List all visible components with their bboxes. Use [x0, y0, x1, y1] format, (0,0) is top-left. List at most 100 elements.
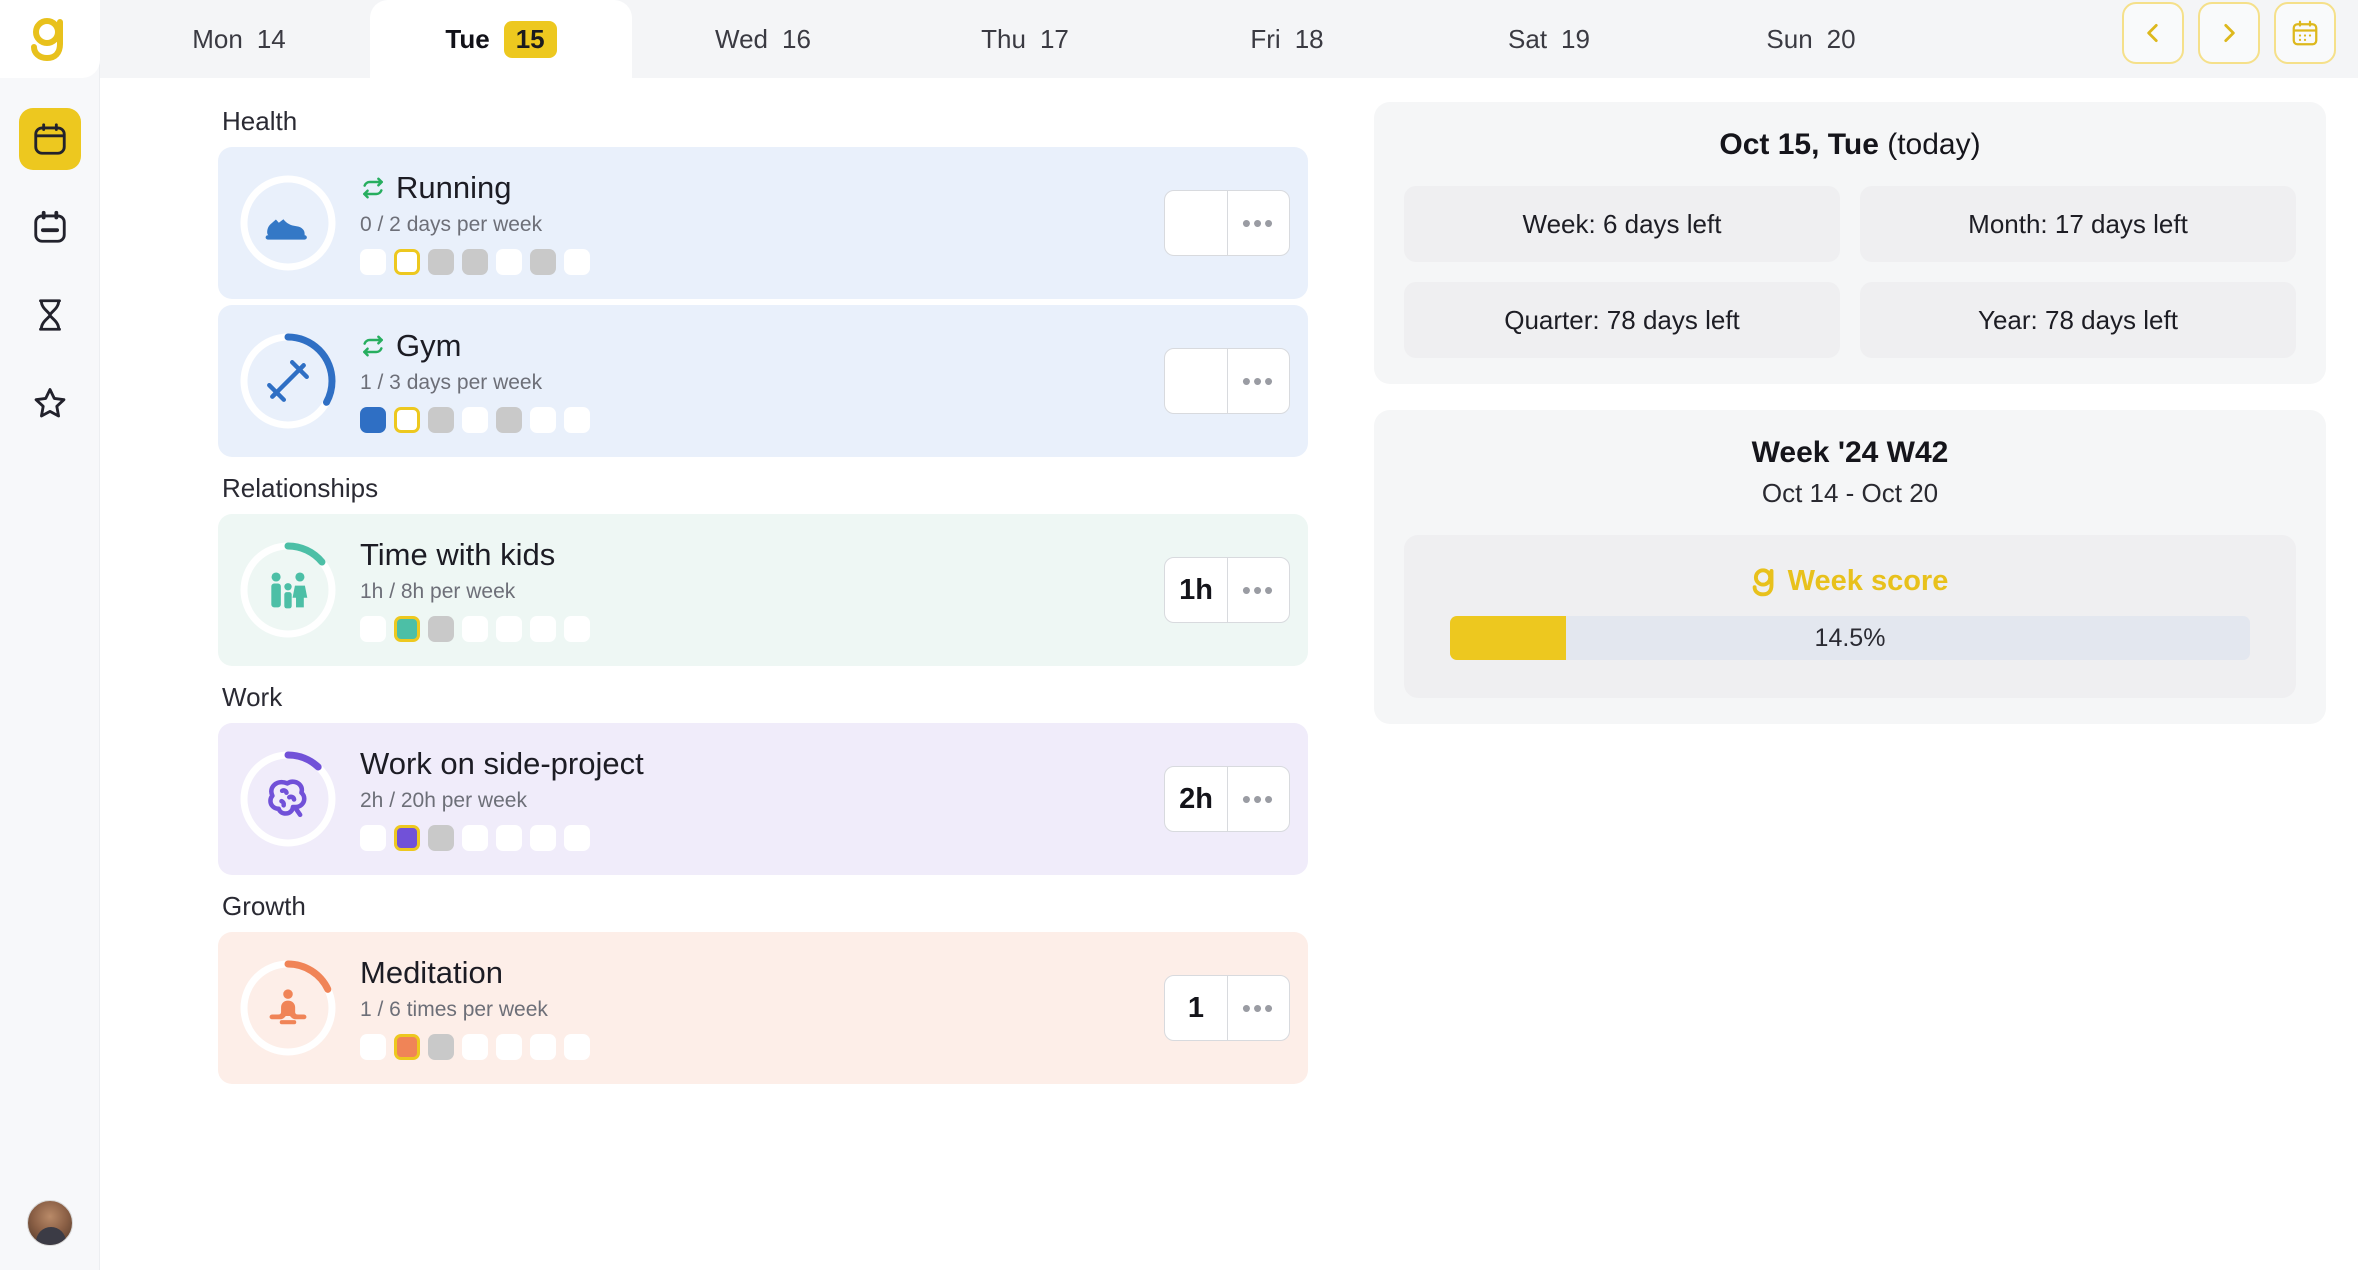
habit-day-square[interactable] [360, 249, 386, 275]
calendar-picker-button[interactable] [2274, 2, 2336, 64]
habit-week-squares [360, 249, 1308, 275]
repeat-icon [360, 175, 386, 201]
habit-day-square[interactable] [462, 1034, 488, 1060]
sidebar-item-timer-view[interactable] [19, 284, 81, 346]
habit-day-square[interactable] [428, 1034, 454, 1060]
day-tab-wed[interactable]: Wed16 [632, 0, 894, 78]
logo-g-icon [1752, 567, 1778, 597]
habit-day-square[interactable] [394, 1034, 420, 1060]
habit-day-square[interactable] [530, 616, 556, 642]
habit-more-menu-button[interactable]: ••• [1227, 767, 1289, 831]
week-range: Oct 14 - Oct 20 [1404, 478, 2296, 509]
habit-day-square[interactable] [462, 407, 488, 433]
week-score-progressbar: 14.5% [1450, 616, 2250, 660]
habit-value-input[interactable] [1165, 349, 1227, 413]
prev-day-button[interactable] [2122, 2, 2184, 64]
day-tab-weekday: Thu [981, 24, 1026, 55]
habit-group-title: Growth [222, 891, 1350, 922]
week-title: Week '24 W42 [1404, 436, 2296, 470]
habit-value-control: 1h••• [1164, 557, 1290, 623]
day-tab-thu[interactable]: Thu 17 [894, 0, 1156, 78]
habit-card[interactable]: Meditation1 / 6 times per week1••• [218, 932, 1308, 1084]
calendar-nav-buttons [2112, 2, 2358, 78]
week-panel: Week '24 W42 Oct 14 - Oct 20 Week score [1374, 410, 2326, 724]
app-root: Mon14Tue15Wed16 Thu 17 Fri18Sat19Sun20 [0, 0, 2358, 1270]
habit-day-square[interactable] [462, 249, 488, 275]
sidebar-item-calendar-week-view[interactable] [19, 196, 81, 258]
habit-day-square[interactable] [360, 1034, 386, 1060]
habit-day-square[interactable] [530, 407, 556, 433]
habit-week-squares [360, 616, 1308, 642]
habit-value-control: 1••• [1164, 975, 1290, 1041]
habit-value-input[interactable]: 2h [1165, 767, 1227, 831]
habit-day-square[interactable] [496, 407, 522, 433]
habit-value-input[interactable]: 1 [1165, 976, 1227, 1040]
habit-day-square[interactable] [462, 616, 488, 642]
habit-day-square[interactable] [394, 825, 420, 851]
time-left-cell[interactable]: Year: 78 days left [1860, 282, 2296, 358]
main-area: Mon14Tue15Wed16 Thu 17 Fri18Sat19Sun20 [100, 0, 2358, 1270]
sidebar-nav [19, 108, 81, 434]
habit-day-square[interactable] [394, 616, 420, 642]
habit-card[interactable]: Work on side-project2h / 20h per week2h•… [218, 723, 1308, 875]
habit-day-square[interactable] [462, 825, 488, 851]
habit-day-square[interactable] [564, 616, 590, 642]
habit-day-square[interactable] [394, 249, 420, 275]
habit-more-menu-button[interactable]: ••• [1227, 976, 1289, 1040]
habit-group-title: Relationships [222, 473, 1350, 504]
habit-more-menu-button[interactable]: ••• [1227, 349, 1289, 413]
habit-day-square[interactable] [564, 249, 590, 275]
sidebar [0, 0, 100, 1270]
app-logo[interactable] [0, 0, 100, 78]
habit-day-square[interactable] [496, 249, 522, 275]
habit-day-square[interactable] [360, 407, 386, 433]
habit-day-square[interactable] [428, 825, 454, 851]
habit-card[interactable]: Running0 / 2 days per week••• [218, 147, 1308, 299]
avatar[interactable] [27, 1200, 73, 1246]
habit-day-square[interactable] [496, 616, 522, 642]
time-left-cell[interactable]: Month: 17 days left [1860, 186, 2296, 262]
habit-day-square[interactable] [428, 249, 454, 275]
time-left-cell[interactable]: Week: 6 days left [1404, 186, 1840, 262]
habit-day-square[interactable] [360, 616, 386, 642]
sidebar-item-favorites-view[interactable] [19, 372, 81, 434]
habit-more-menu-button[interactable]: ••• [1227, 191, 1289, 255]
habit-day-square[interactable] [530, 1034, 556, 1060]
habit-day-square[interactable] [564, 825, 590, 851]
habit-value-control: ••• [1164, 190, 1290, 256]
chevron-right-icon [2216, 20, 2242, 46]
habit-name: Gym [396, 329, 461, 363]
habit-week-squares [360, 407, 1308, 433]
day-tab-fri[interactable]: Fri18 [1156, 0, 1418, 78]
week-score-label-row: Week score [1450, 565, 2250, 598]
habit-value-input[interactable]: 1h [1165, 558, 1227, 622]
habit-groups-column: HealthRunning0 / 2 days per week•••Gym1 … [100, 78, 1350, 1270]
logo-g-icon [30, 16, 70, 62]
habit-name: Running [396, 171, 511, 205]
day-tab-tue[interactable]: Tue15 [370, 0, 632, 78]
today-suffix: (today) [1887, 128, 1980, 161]
habit-day-square[interactable] [530, 825, 556, 851]
day-tab-mon[interactable]: Mon14 [108, 0, 370, 78]
habit-card[interactable]: Gym1 / 3 days per week••• [218, 305, 1308, 457]
habit-day-square[interactable] [530, 249, 556, 275]
day-tab-date: 17 [1040, 24, 1069, 55]
time-left-cell[interactable]: Quarter: 78 days left [1404, 282, 1840, 358]
habit-card[interactable]: Time with kids1h / 8h per week1h••• [218, 514, 1308, 666]
habit-day-square[interactable] [360, 825, 386, 851]
habit-value-input[interactable] [1165, 191, 1227, 255]
habit-day-square[interactable] [428, 616, 454, 642]
day-tab-sun[interactable]: Sun20 [1680, 0, 1942, 78]
habit-day-square[interactable] [564, 407, 590, 433]
habit-day-square[interactable] [394, 407, 420, 433]
next-day-button[interactable] [2198, 2, 2260, 64]
day-tab-sat[interactable]: Sat19 [1418, 0, 1680, 78]
habit-icon-shoe [240, 175, 336, 271]
habit-more-menu-button[interactable]: ••• [1227, 558, 1289, 622]
sidebar-item-calendar-day-view[interactable] [19, 108, 81, 170]
habit-day-square[interactable] [496, 1034, 522, 1060]
habit-day-square[interactable] [496, 825, 522, 851]
habit-group-title: Work [222, 682, 1350, 713]
habit-day-square[interactable] [428, 407, 454, 433]
habit-day-square[interactable] [564, 1034, 590, 1060]
